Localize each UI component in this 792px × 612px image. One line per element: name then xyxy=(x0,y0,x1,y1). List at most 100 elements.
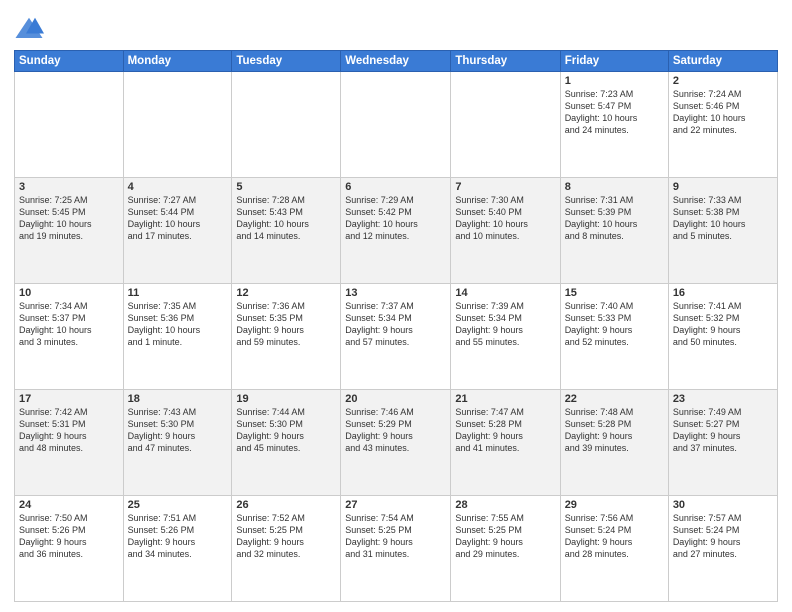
day-info: Sunrise: 7:52 AM Sunset: 5:25 PM Dayligh… xyxy=(236,512,336,561)
weekday-header-row: Sunday Monday Tuesday Wednesday Thursday… xyxy=(15,51,778,72)
table-row: 8Sunrise: 7:31 AM Sunset: 5:39 PM Daylig… xyxy=(560,178,668,284)
day-info: Sunrise: 7:36 AM Sunset: 5:35 PM Dayligh… xyxy=(236,300,336,349)
header-friday: Friday xyxy=(560,51,668,72)
day-info: Sunrise: 7:42 AM Sunset: 5:31 PM Dayligh… xyxy=(19,406,119,455)
day-number: 29 xyxy=(565,499,664,511)
table-row: 5Sunrise: 7:28 AM Sunset: 5:43 PM Daylig… xyxy=(232,178,341,284)
day-number: 13 xyxy=(345,287,446,299)
day-info: Sunrise: 7:43 AM Sunset: 5:30 PM Dayligh… xyxy=(128,406,228,455)
day-info: Sunrise: 7:27 AM Sunset: 5:44 PM Dayligh… xyxy=(128,194,228,243)
day-info: Sunrise: 7:49 AM Sunset: 5:27 PM Dayligh… xyxy=(673,406,773,455)
day-info: Sunrise: 7:30 AM Sunset: 5:40 PM Dayligh… xyxy=(455,194,555,243)
day-number: 15 xyxy=(565,287,664,299)
day-info: Sunrise: 7:31 AM Sunset: 5:39 PM Dayligh… xyxy=(565,194,664,243)
table-row: 3Sunrise: 7:25 AM Sunset: 5:45 PM Daylig… xyxy=(15,178,124,284)
day-info: Sunrise: 7:56 AM Sunset: 5:24 PM Dayligh… xyxy=(565,512,664,561)
table-row xyxy=(15,72,124,178)
day-number: 28 xyxy=(455,499,555,511)
day-number: 22 xyxy=(565,393,664,405)
page: Sunday Monday Tuesday Wednesday Thursday… xyxy=(0,0,792,612)
table-row: 17Sunrise: 7:42 AM Sunset: 5:31 PM Dayli… xyxy=(15,390,124,496)
header-monday: Monday xyxy=(123,51,232,72)
table-row: 27Sunrise: 7:54 AM Sunset: 5:25 PM Dayli… xyxy=(341,496,451,602)
table-row xyxy=(451,72,560,178)
table-row: 1Sunrise: 7:23 AM Sunset: 5:47 PM Daylig… xyxy=(560,72,668,178)
day-number: 18 xyxy=(128,393,228,405)
table-row: 13Sunrise: 7:37 AM Sunset: 5:34 PM Dayli… xyxy=(341,284,451,390)
day-info: Sunrise: 7:55 AM Sunset: 5:25 PM Dayligh… xyxy=(455,512,555,561)
header-saturday: Saturday xyxy=(668,51,777,72)
day-number: 25 xyxy=(128,499,228,511)
table-row: 14Sunrise: 7:39 AM Sunset: 5:34 PM Dayli… xyxy=(451,284,560,390)
table-row: 26Sunrise: 7:52 AM Sunset: 5:25 PM Dayli… xyxy=(232,496,341,602)
table-row: 22Sunrise: 7:48 AM Sunset: 5:28 PM Dayli… xyxy=(560,390,668,496)
day-info: Sunrise: 7:48 AM Sunset: 5:28 PM Dayligh… xyxy=(565,406,664,455)
day-number: 4 xyxy=(128,181,228,193)
day-number: 23 xyxy=(673,393,773,405)
calendar-week-row: 1Sunrise: 7:23 AM Sunset: 5:47 PM Daylig… xyxy=(15,72,778,178)
table-row xyxy=(123,72,232,178)
day-number: 21 xyxy=(455,393,555,405)
day-number: 26 xyxy=(236,499,336,511)
day-info: Sunrise: 7:37 AM Sunset: 5:34 PM Dayligh… xyxy=(345,300,446,349)
table-row: 18Sunrise: 7:43 AM Sunset: 5:30 PM Dayli… xyxy=(123,390,232,496)
table-row: 15Sunrise: 7:40 AM Sunset: 5:33 PM Dayli… xyxy=(560,284,668,390)
day-info: Sunrise: 7:34 AM Sunset: 5:37 PM Dayligh… xyxy=(19,300,119,349)
day-info: Sunrise: 7:39 AM Sunset: 5:34 PM Dayligh… xyxy=(455,300,555,349)
header-thursday: Thursday xyxy=(451,51,560,72)
day-info: Sunrise: 7:23 AM Sunset: 5:47 PM Dayligh… xyxy=(565,88,664,137)
day-number: 30 xyxy=(673,499,773,511)
table-row: 20Sunrise: 7:46 AM Sunset: 5:29 PM Dayli… xyxy=(341,390,451,496)
day-number: 12 xyxy=(236,287,336,299)
header-tuesday: Tuesday xyxy=(232,51,341,72)
day-info: Sunrise: 7:51 AM Sunset: 5:26 PM Dayligh… xyxy=(128,512,228,561)
logo xyxy=(14,14,46,44)
day-info: Sunrise: 7:50 AM Sunset: 5:26 PM Dayligh… xyxy=(19,512,119,561)
table-row: 10Sunrise: 7:34 AM Sunset: 5:37 PM Dayli… xyxy=(15,284,124,390)
table-row: 6Sunrise: 7:29 AM Sunset: 5:42 PM Daylig… xyxy=(341,178,451,284)
day-number: 5 xyxy=(236,181,336,193)
table-row: 12Sunrise: 7:36 AM Sunset: 5:35 PM Dayli… xyxy=(232,284,341,390)
day-info: Sunrise: 7:57 AM Sunset: 5:24 PM Dayligh… xyxy=(673,512,773,561)
table-row: 29Sunrise: 7:56 AM Sunset: 5:24 PM Dayli… xyxy=(560,496,668,602)
day-info: Sunrise: 7:40 AM Sunset: 5:33 PM Dayligh… xyxy=(565,300,664,349)
day-info: Sunrise: 7:28 AM Sunset: 5:43 PM Dayligh… xyxy=(236,194,336,243)
day-number: 8 xyxy=(565,181,664,193)
day-number: 3 xyxy=(19,181,119,193)
day-number: 20 xyxy=(345,393,446,405)
day-number: 2 xyxy=(673,75,773,87)
table-row: 2Sunrise: 7:24 AM Sunset: 5:46 PM Daylig… xyxy=(668,72,777,178)
day-number: 27 xyxy=(345,499,446,511)
day-info: Sunrise: 7:44 AM Sunset: 5:30 PM Dayligh… xyxy=(236,406,336,455)
table-row: 7Sunrise: 7:30 AM Sunset: 5:40 PM Daylig… xyxy=(451,178,560,284)
logo-icon xyxy=(14,14,44,44)
day-info: Sunrise: 7:46 AM Sunset: 5:29 PM Dayligh… xyxy=(345,406,446,455)
day-info: Sunrise: 7:24 AM Sunset: 5:46 PM Dayligh… xyxy=(673,88,773,137)
day-number: 9 xyxy=(673,181,773,193)
day-number: 19 xyxy=(236,393,336,405)
day-number: 14 xyxy=(455,287,555,299)
calendar-table: Sunday Monday Tuesday Wednesday Thursday… xyxy=(14,50,778,602)
header-wednesday: Wednesday xyxy=(341,51,451,72)
header xyxy=(14,10,778,44)
calendar-week-row: 3Sunrise: 7:25 AM Sunset: 5:45 PM Daylig… xyxy=(15,178,778,284)
day-number: 10 xyxy=(19,287,119,299)
table-row xyxy=(232,72,341,178)
day-info: Sunrise: 7:41 AM Sunset: 5:32 PM Dayligh… xyxy=(673,300,773,349)
table-row: 11Sunrise: 7:35 AM Sunset: 5:36 PM Dayli… xyxy=(123,284,232,390)
table-row: 4Sunrise: 7:27 AM Sunset: 5:44 PM Daylig… xyxy=(123,178,232,284)
table-row: 28Sunrise: 7:55 AM Sunset: 5:25 PM Dayli… xyxy=(451,496,560,602)
table-row: 23Sunrise: 7:49 AM Sunset: 5:27 PM Dayli… xyxy=(668,390,777,496)
table-row: 25Sunrise: 7:51 AM Sunset: 5:26 PM Dayli… xyxy=(123,496,232,602)
calendar: Sunday Monday Tuesday Wednesday Thursday… xyxy=(14,50,778,602)
calendar-week-row: 10Sunrise: 7:34 AM Sunset: 5:37 PM Dayli… xyxy=(15,284,778,390)
day-number: 6 xyxy=(345,181,446,193)
day-info: Sunrise: 7:47 AM Sunset: 5:28 PM Dayligh… xyxy=(455,406,555,455)
table-row: 24Sunrise: 7:50 AM Sunset: 5:26 PM Dayli… xyxy=(15,496,124,602)
day-number: 7 xyxy=(455,181,555,193)
calendar-week-row: 24Sunrise: 7:50 AM Sunset: 5:26 PM Dayli… xyxy=(15,496,778,602)
table-row xyxy=(341,72,451,178)
day-info: Sunrise: 7:54 AM Sunset: 5:25 PM Dayligh… xyxy=(345,512,446,561)
day-number: 11 xyxy=(128,287,228,299)
day-info: Sunrise: 7:29 AM Sunset: 5:42 PM Dayligh… xyxy=(345,194,446,243)
